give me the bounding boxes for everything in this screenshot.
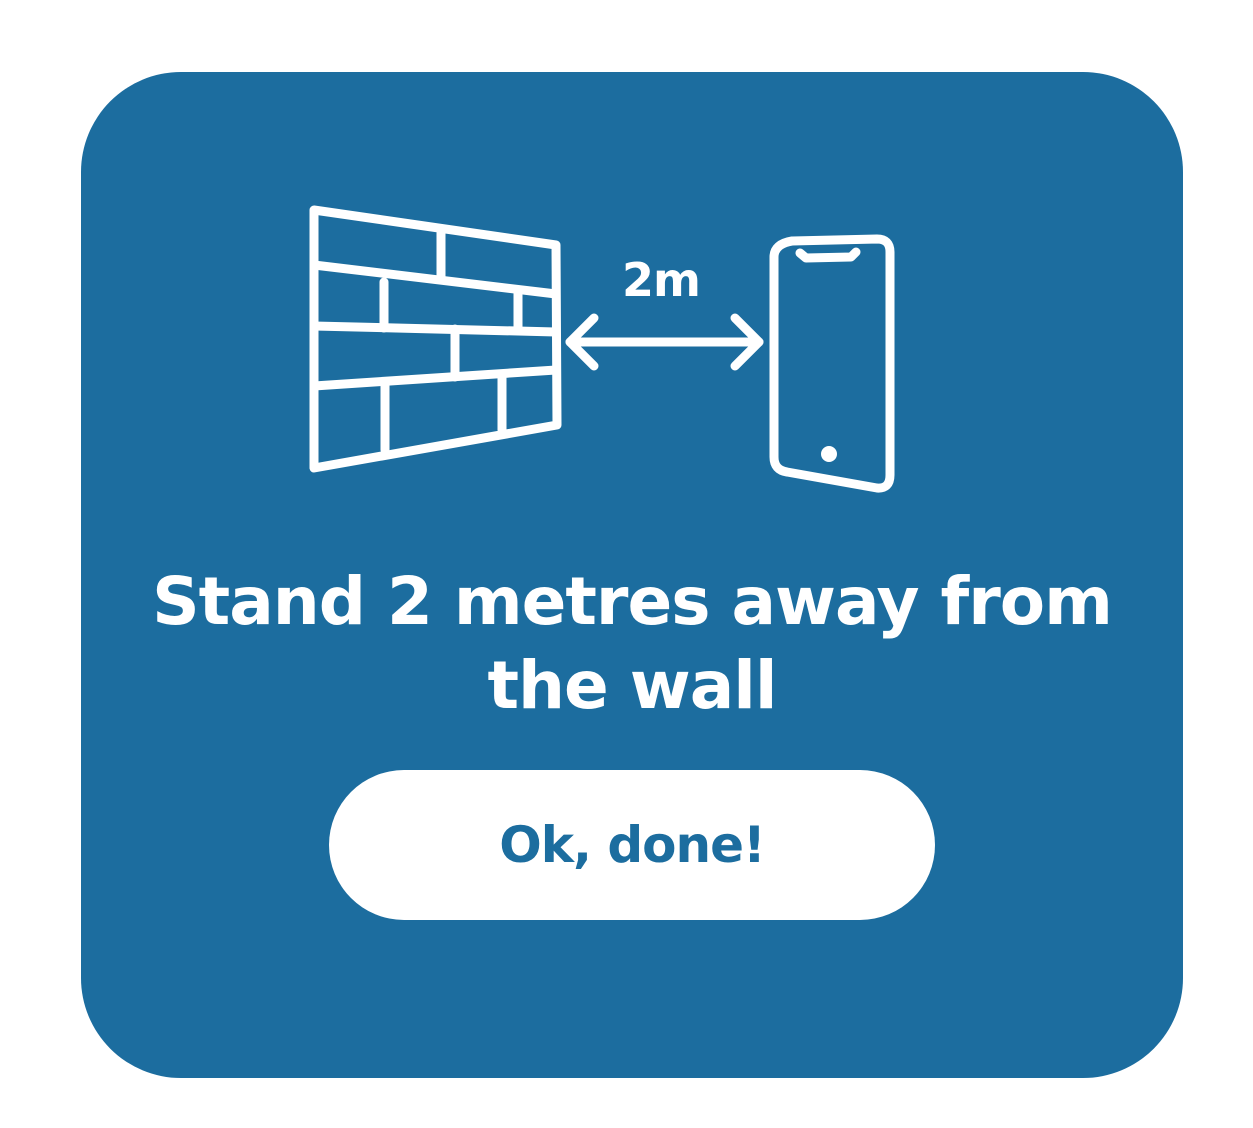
double-arrow-icon [565, 313, 764, 371]
distance-label: 2m [622, 253, 701, 307]
brick-wall-icon [309, 205, 562, 473]
smartphone-icon [769, 234, 895, 493]
instruction-headline: Stand 2 metres away from the wall [152, 563, 1113, 724]
wall-to-phone-illustration [309, 205, 895, 493]
ok-done-button[interactable]: Ok, done! [329, 770, 935, 920]
